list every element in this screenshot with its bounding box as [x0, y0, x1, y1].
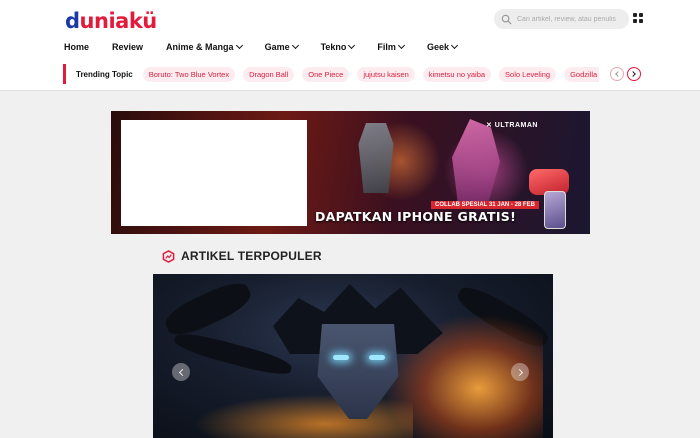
search-box[interactable] [494, 9, 629, 29]
chevron-down-icon [450, 41, 459, 50]
chevron-down-icon [235, 41, 243, 50]
slider-art-eye [333, 355, 349, 360]
banner-collab-logos: ✕ ULTRAMAN [486, 122, 538, 129]
trending-title: Trending Topic [76, 69, 133, 79]
nav-item-film[interactable]: Film [377, 41, 405, 52]
chevron-down-icon [397, 41, 405, 50]
search-input[interactable] [517, 15, 627, 23]
slider-art-shape [172, 328, 294, 380]
trending-next-button[interactable] [627, 67, 641, 81]
trending-tag[interactable]: kimetsu no yaiba [422, 66, 492, 82]
popular-hexagon-icon [162, 249, 175, 263]
trending-tag[interactable]: jujutsu kaisen [357, 66, 415, 82]
trending-tag[interactable]: Dragon Ball [243, 66, 295, 82]
slider-prev-button[interactable] [172, 363, 190, 381]
section-header: ARTIKEL TERPOPULER [162, 249, 322, 263]
trending-tags: Boruto: Two Blue Vortex Dragon Ball One … [142, 66, 599, 82]
nav-item-game[interactable]: Game [265, 41, 299, 52]
nav-item-review[interactable]: Review [112, 42, 143, 52]
trending-accent [63, 64, 66, 84]
banner-promo-subtitle: COLLAB SPESIAL 31 JAN - 28 FEB [431, 201, 539, 209]
trending-tag[interactable]: One Piece [302, 66, 350, 82]
site-header: duniakü Home Review Anime & Manga Game T… [0, 0, 700, 91]
chevron-left-icon [615, 71, 621, 77]
trending-prev-button[interactable] [610, 67, 624, 81]
trending-tag[interactable]: Boruto: Two Blue Vortex [142, 66, 236, 82]
slider-art-shape [160, 276, 256, 342]
slider-next-button[interactable] [511, 363, 529, 381]
banner-promo-title: DAPATKAN IPHONE GRATIS! [315, 209, 517, 224]
nav-item-geek[interactable]: Geek [427, 41, 459, 52]
banner-phone-image [544, 191, 566, 229]
nav-item-anime-manga[interactable]: Anime & Manga [166, 41, 243, 52]
trending-bar: Trending Topic Boruto: Two Blue Vortex D… [63, 64, 643, 84]
nav-item-tekno[interactable]: Tekno [321, 41, 356, 52]
trending-tag[interactable]: Solo Leveling [499, 66, 557, 82]
section-title: ARTIKEL TERPOPULER [181, 249, 322, 263]
popular-article-slider[interactable] [153, 274, 553, 438]
trending-tag[interactable]: Godzilla x Kong [564, 66, 599, 82]
main-nav: Home Review Anime & Manga Game Tekno Fil… [64, 40, 480, 54]
chevron-down-icon [348, 41, 356, 50]
nav-item-home[interactable]: Home [64, 42, 89, 52]
search-icon [501, 14, 512, 25]
site-logo[interactable]: d uniakü [65, 9, 157, 33]
logo-wordmark: uniakü [79, 9, 158, 33]
ad-banner[interactable]: ✕ ULTRAMAN COLLAB SPESIAL 31 JAN - 28 FE… [111, 111, 590, 234]
chevron-right-icon [515, 368, 523, 376]
banner-placeholder-box [121, 120, 307, 226]
chevron-right-icon [630, 71, 636, 77]
slider-art-eye [369, 355, 385, 360]
chevron-down-icon [291, 41, 299, 50]
apps-grid-icon[interactable] [633, 13, 643, 23]
chevron-left-icon [178, 368, 186, 376]
logo-letter-d: d [65, 9, 80, 33]
